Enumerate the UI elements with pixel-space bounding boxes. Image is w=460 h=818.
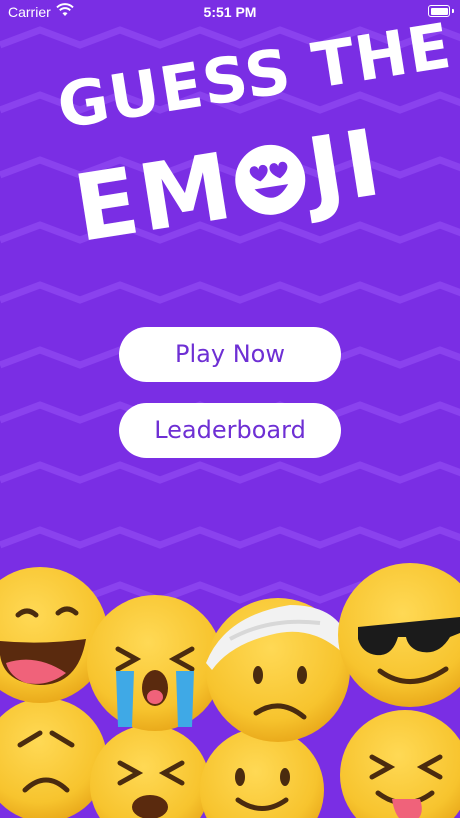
crying-emoji-icon bbox=[87, 595, 223, 731]
tongue-out-emoji-icon bbox=[340, 710, 460, 818]
sunglasses-emoji-icon bbox=[338, 563, 460, 707]
battery-tip bbox=[452, 9, 454, 13]
smiling-emoji-icon bbox=[200, 728, 324, 818]
emoji-pile bbox=[0, 563, 460, 818]
app-screen: Carrier 5:51 PM GUESS THE EM JI Play Now… bbox=[0, 0, 460, 818]
squint-emoji-icon bbox=[90, 725, 210, 818]
bandaged-emoji-icon bbox=[206, 598, 350, 742]
heart-eyes-emoji-icon bbox=[235, 144, 306, 215]
sad-emoji-icon bbox=[0, 698, 107, 818]
leaderboard-button[interactable]: Leaderboard bbox=[119, 403, 341, 458]
play-now-button[interactable]: Play Now bbox=[119, 327, 341, 382]
